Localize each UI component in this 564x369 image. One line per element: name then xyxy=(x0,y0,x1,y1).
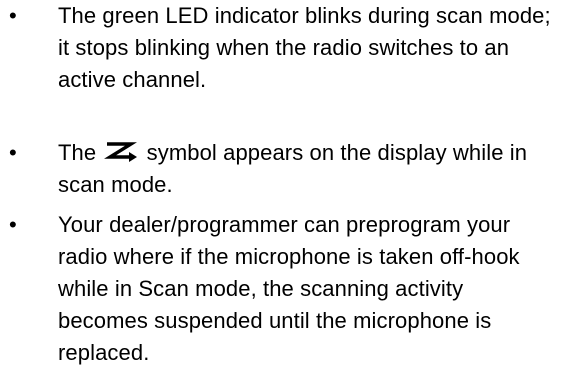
bullet-marker: • xyxy=(9,212,17,237)
bullet-text-led-indicator: The green LED indicator blinks during sc… xyxy=(58,3,551,92)
bullet-marker: • xyxy=(9,3,17,28)
bullet-text-scan-symbol: The symbol appears on the display while … xyxy=(58,137,558,201)
document-page: • The green LED indicator blinks during … xyxy=(0,0,564,365)
scan-z-arrow-icon xyxy=(104,141,138,163)
bullet-marker: • xyxy=(9,140,17,165)
bullet-text-off-hook-scan: Your dealer/programmer can preprogram yo… xyxy=(58,212,520,365)
bullet-text-before-icon: The xyxy=(58,140,103,165)
